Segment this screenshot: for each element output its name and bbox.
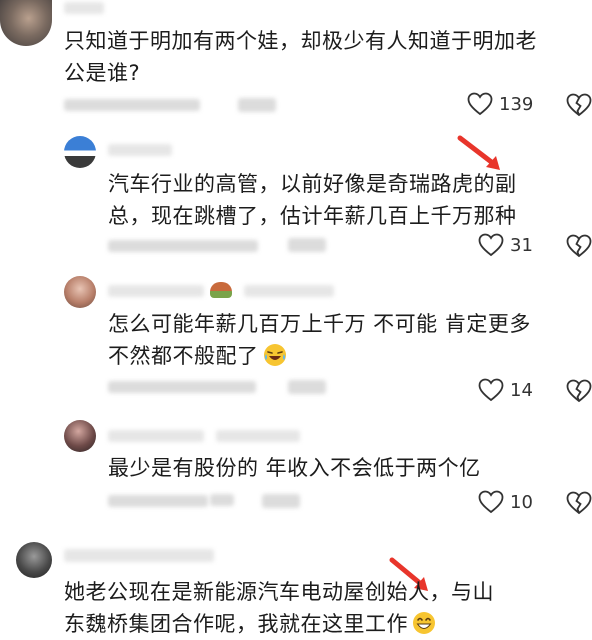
username[interactable] [108,285,204,297]
heart-outline-icon [478,378,504,402]
avatar[interactable] [0,0,52,46]
heart-outline-icon [467,92,493,116]
timestamp-location [108,240,258,252]
broken-heart-icon[interactable] [566,491,592,515]
timestamp-location [64,99,200,111]
comment-text: 怎么可能年薪几百万上千万 不可能 肯定更多 不然都不般配了 [108,312,531,368]
timestamp-location [108,381,256,393]
username[interactable] [64,549,214,562]
region-label [210,494,234,506]
avatar[interactable] [16,542,52,578]
comment-text: 最少是有股份的 年收入不会低于两个亿 [108,456,481,480]
username[interactable] [64,2,104,14]
emoji-badge-icon [210,282,232,298]
heart-outline-icon [478,490,504,514]
comment-text: 汽车行业的高管，以前好像是奇瑞路虎的副 总，现在跳槽了，估计年薪几百上千万那种 [108,172,517,228]
like-button[interactable]: 10 [478,490,533,514]
reply-button[interactable] [288,238,326,252]
like-button[interactable]: 139 [467,92,533,116]
comment-text: 她老公现在是新能源汽车电动屋创始人，与山 东魏桥集团合作呢，我就在这里工作 [64,580,494,636]
reply-button[interactable] [262,494,300,508]
reply-button[interactable] [288,380,326,394]
avatar[interactable] [64,420,96,452]
like-count: 10 [510,491,533,513]
like-count: 14 [510,379,533,401]
reply-target[interactable] [244,285,334,297]
broken-heart-icon[interactable] [566,379,592,403]
reply-target[interactable] [216,430,300,442]
heart-outline-icon [478,233,504,257]
broken-heart-icon[interactable] [566,234,592,258]
like-count: 139 [499,93,534,115]
username[interactable] [108,144,172,156]
comment-text: 只知道于明加有两个娃，却极少有人知道于明加老 公是谁? [64,29,537,85]
username[interactable] [108,430,204,442]
avatar[interactable] [64,276,96,308]
reply-button[interactable] [238,98,276,112]
like-count: 31 [510,234,533,256]
like-button[interactable]: 31 [478,233,533,257]
laughing-tears-emoji-icon [263,344,286,366]
grinning-emoji-icon [413,612,435,634]
like-button[interactable]: 14 [478,378,533,402]
avatar[interactable] [64,136,96,168]
broken-heart-icon[interactable] [566,93,592,117]
timestamp-location [108,495,208,507]
